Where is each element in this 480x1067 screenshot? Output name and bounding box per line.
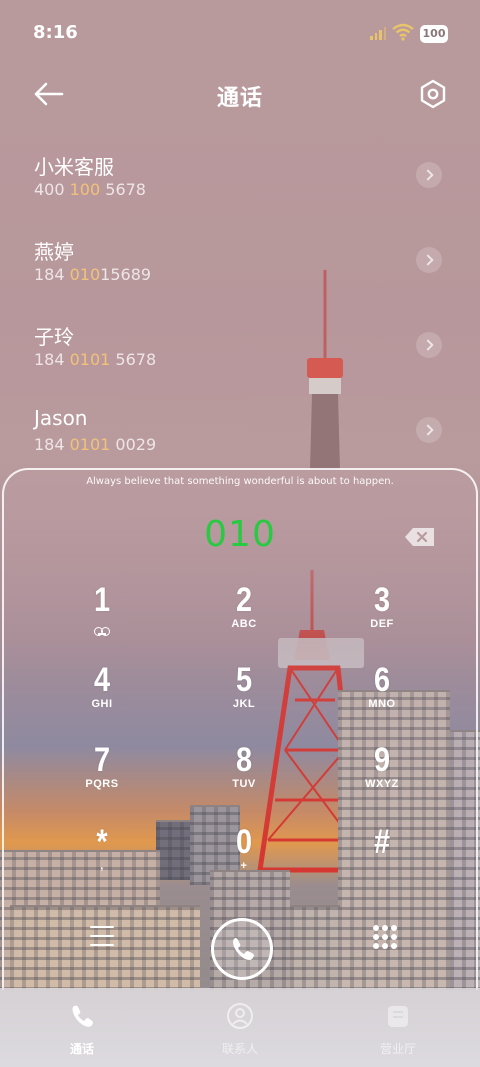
wifi-icon <box>392 23 414 41</box>
call-list-item[interactable]: 子玲 184 0101 5678 <box>0 310 480 390</box>
key-2[interactable]: 2 ABC <box>184 580 304 652</box>
bottom-navigation: 通话 联系人 营业厅 <box>0 988 480 1067</box>
contact-name: 小米客服 <box>34 155 114 179</box>
key-1[interactable]: 1 <box>42 580 162 652</box>
contact-name: 子玲 <box>34 325 74 349</box>
battery-icon: 100 <box>420 25 448 43</box>
contact-number: 184 0101 0029 <box>34 435 157 454</box>
call-list-item[interactable]: Jason 184 0101 0029 <box>0 395 480 475</box>
phone-icon <box>233 938 254 960</box>
nav-label: 联系人 <box>221 1042 258 1056</box>
status-bar: 8:16 100 <box>0 0 480 64</box>
contact-detail-button[interactable] <box>416 332 442 358</box>
contact-detail-button[interactable] <box>416 162 442 188</box>
call-list-item[interactable]: 小米客服 400 100 5678 <box>0 140 480 220</box>
key-0[interactable]: 0 + <box>184 822 304 894</box>
nav-tab-contacts[interactable]: 联系人 <box>190 1002 290 1057</box>
backspace-icon[interactable] <box>404 526 436 548</box>
key-7[interactable]: 7 PQRS <box>42 740 162 812</box>
key-star[interactable]: *, <box>42 822 162 894</box>
dialer-quote: Always believe that something wonderful … <box>86 476 394 487</box>
contact-number: 184 0101 5678 <box>34 350 157 369</box>
key-hash[interactable]: # <box>322 822 442 894</box>
key-4[interactable]: 4 GHI <box>42 660 162 732</box>
settings-gear-icon[interactable] <box>418 79 448 109</box>
contact-detail-button[interactable] <box>416 417 442 443</box>
menu-icon[interactable] <box>90 926 114 946</box>
key-8[interactable]: 8 TUV <box>184 740 304 812</box>
contact-detail-button[interactable] <box>416 247 442 273</box>
key-3[interactable]: 3 DEF <box>322 580 442 652</box>
contact-number: 400 100 5678 <box>34 180 146 199</box>
signal-icon <box>370 26 386 40</box>
nav-label: 通话 <box>69 1042 94 1056</box>
page-title: 通话 <box>216 86 263 111</box>
status-time: 8:16 <box>33 22 78 43</box>
voicemail-icon <box>94 627 110 636</box>
nav-label: 营业厅 <box>379 1042 416 1056</box>
contacts-icon <box>227 1003 253 1029</box>
contact-name: 燕婷 <box>34 240 74 264</box>
call-list-item[interactable]: 燕婷 184 01015689 <box>0 225 480 305</box>
keypad-grid-icon[interactable] <box>373 925 397 949</box>
call-button[interactable] <box>211 918 273 980</box>
key-5[interactable]: 5 JKL <box>184 660 304 732</box>
contact-number: 184 01015689 <box>34 265 152 284</box>
dialer-panel: Always believe that something wonderful … <box>2 468 478 990</box>
nav-tab-calls[interactable]: 通话 <box>32 1002 132 1057</box>
contact-name: Jason <box>34 406 88 430</box>
key-9[interactable]: 9 WXYZ <box>322 740 442 812</box>
store-icon <box>388 1006 408 1027</box>
phone-icon <box>72 1005 93 1027</box>
nav-tab-store[interactable]: 营业厅 <box>348 1002 448 1057</box>
key-6[interactable]: 6 MNO <box>322 660 442 732</box>
